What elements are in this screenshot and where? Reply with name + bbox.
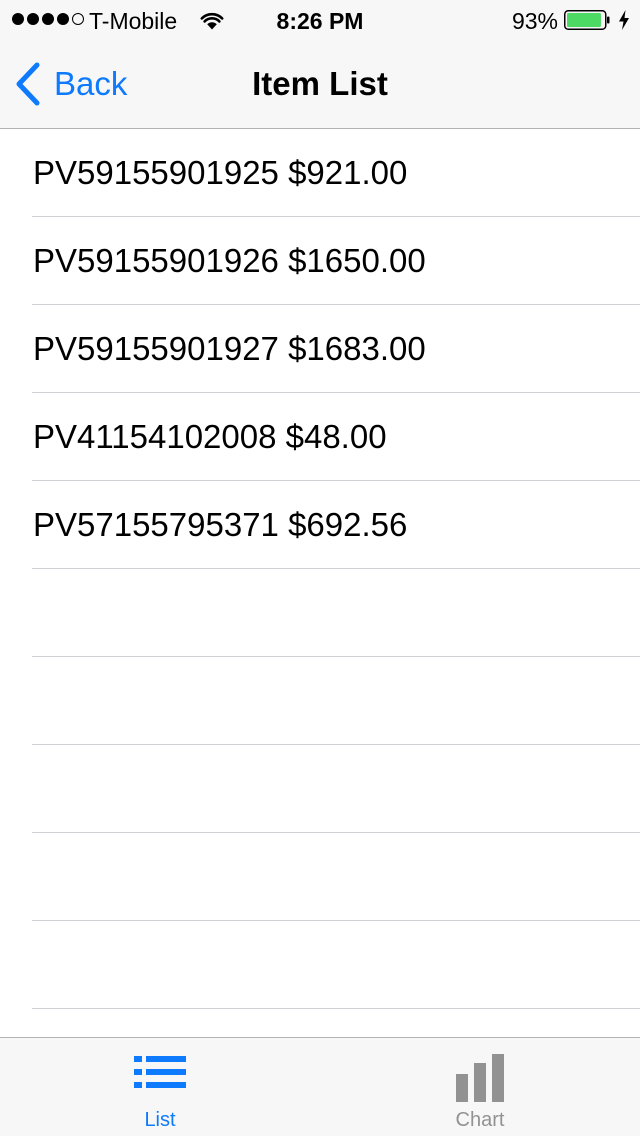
empty-list-row bbox=[32, 569, 640, 657]
tab-chart[interactable]: Chart bbox=[320, 1038, 640, 1136]
tab-list-label: List bbox=[144, 1109, 176, 1131]
empty-list-row bbox=[32, 657, 640, 745]
list-item[interactable]: PV59155901926 $1650.00 bbox=[32, 217, 640, 305]
list-icon bbox=[134, 1056, 186, 1088]
battery-icon bbox=[564, 10, 610, 30]
status-bar: T-Mobile 8:26 PM 93% bbox=[0, 0, 640, 40]
empty-list-row bbox=[32, 921, 640, 1009]
item-list: PV59155901925 $921.00 PV59155901926 $165… bbox=[0, 129, 640, 1037]
list-item-label: PV59155901927 $1683.00 bbox=[33, 330, 426, 367]
list-item[interactable]: PV41154102008 $48.00 bbox=[32, 393, 640, 481]
battery-percentage: 93% bbox=[511, 8, 558, 34]
list-item[interactable]: PV59155901925 $921.00 bbox=[32, 129, 640, 217]
tab-list[interactable]: List bbox=[0, 1038, 320, 1136]
bar-chart-icon bbox=[456, 1054, 504, 1102]
empty-list-row bbox=[32, 833, 640, 921]
list-item[interactable]: PV57155795371 $692.56 bbox=[32, 481, 640, 569]
list-item-label: PV59155901926 $1650.00 bbox=[33, 242, 426, 279]
list-item[interactable]: PV59155901927 $1683.00 bbox=[32, 305, 640, 393]
charging-bolt-icon bbox=[619, 10, 629, 30]
empty-list-row bbox=[32, 1009, 640, 1037]
list-item-label: PV59155901925 $921.00 bbox=[33, 154, 408, 191]
tab-chart-label: Chart bbox=[455, 1109, 505, 1131]
list-item-label: PV41154102008 $48.00 bbox=[33, 418, 387, 455]
tab-bar: List Chart bbox=[0, 1037, 640, 1136]
list-item-label: PV57155795371 $692.56 bbox=[33, 506, 408, 543]
screen: T-Mobile 8:26 PM 93% Back Item List PV59… bbox=[0, 0, 640, 1136]
empty-list-row bbox=[32, 745, 640, 833]
navigation-bar: Back Item List bbox=[0, 40, 640, 129]
page-title: Item List bbox=[252, 65, 388, 102]
